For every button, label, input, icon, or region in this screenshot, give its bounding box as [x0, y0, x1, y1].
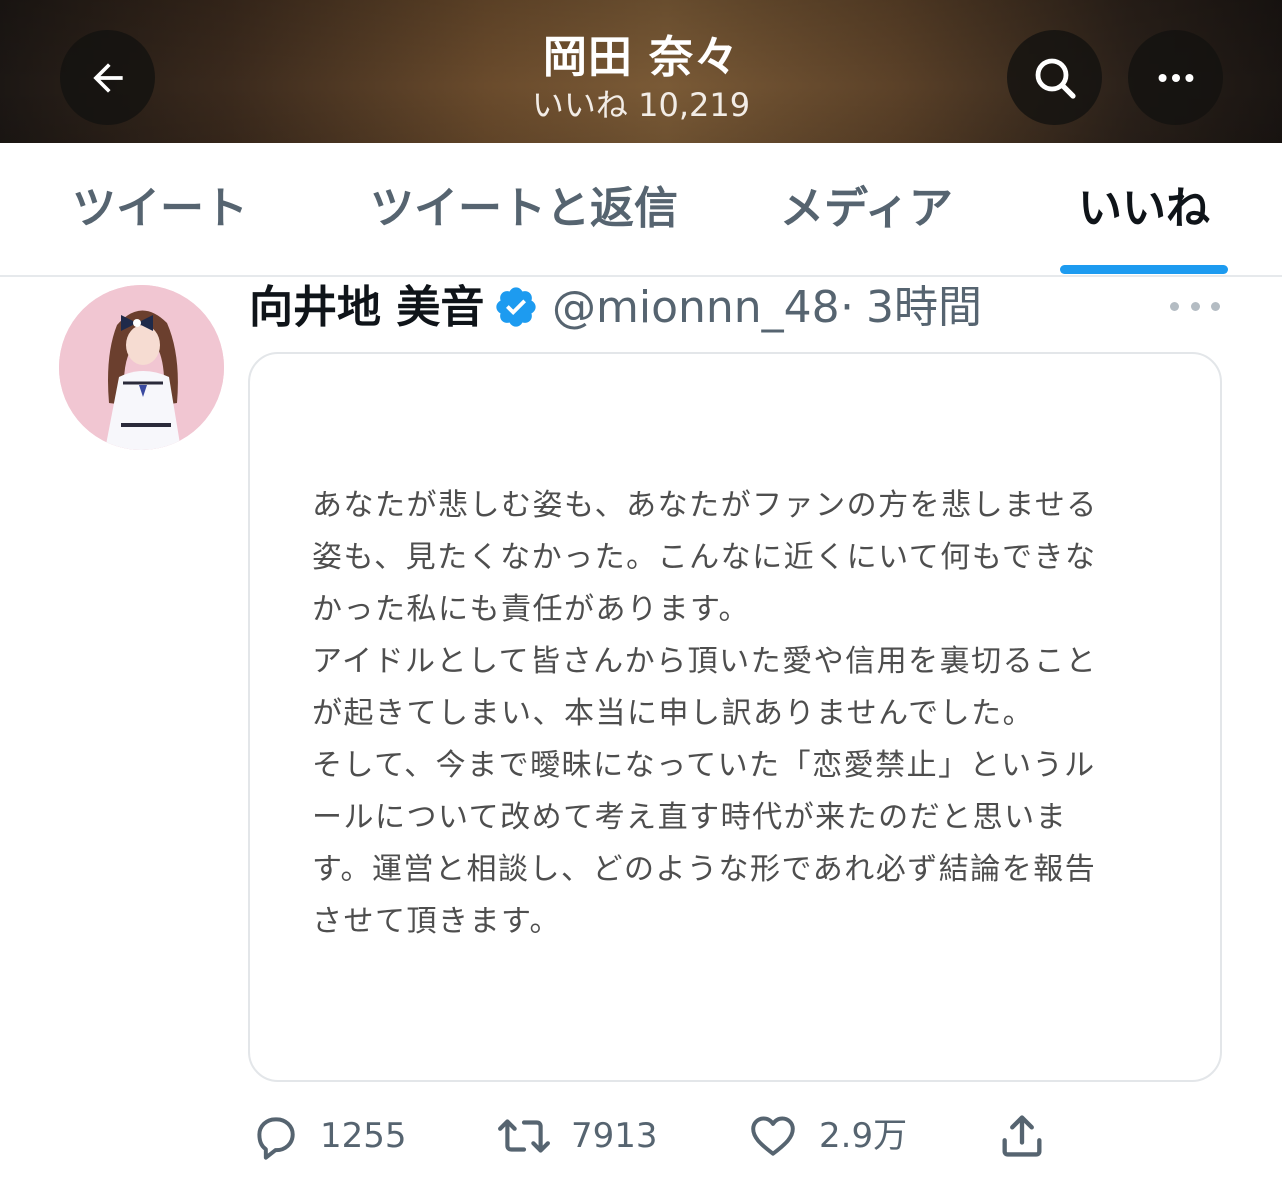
tweet-image[interactable]: あなたが悲しむ姿も、あなたがファンの方を悲しませる 姿も、見たくなかった。こんな… [248, 352, 1222, 1082]
statement-line: ールについて改めて考え直す時代が来たのだと思いま [312, 800, 1068, 835]
search-icon [1035, 58, 1076, 99]
statement-line: そして、今まで曖昧になっていた「恋愛禁止」というル [312, 748, 1096, 783]
tab-media[interactable]: メディア [780, 181, 953, 237]
back-button[interactable] [60, 30, 155, 125]
tweet-timestamp[interactable]: 3時間 [866, 280, 982, 336]
statement-line: す。運営と相談し、どのような形であれ必ず結論を報告 [312, 852, 1097, 887]
statement-line: が起きてしまい、本当に申し訳ありませんでした。 [312, 696, 1035, 731]
avatar-photo [59, 285, 224, 450]
tab-tweets-and-replies[interactable]: ツイートと返信 [370, 181, 678, 237]
retweet-button[interactable]: 7913 [497, 1110, 658, 1162]
image-statement-text: あなたが悲しむ姿も、あなたがファンの方を悲しませる 姿も、見たくなかった。こんな… [312, 480, 1162, 948]
statement-line: かった私にも責任があります。 [312, 592, 750, 627]
reply-count: 1255 [320, 1116, 407, 1156]
tab-tweets[interactable]: ツイート [72, 181, 248, 237]
arrow-left-icon [92, 62, 123, 93]
search-button[interactable] [1007, 30, 1102, 125]
likes-count-subtitle: いいね 10,219 [531, 86, 751, 124]
verified-badge-icon [496, 287, 536, 327]
heart-icon [751, 1116, 795, 1156]
profile-likes-page: 岡田 奈々 いいね 10,219 ツイート ツイートと返信 メディア いいね 向… [0, 0, 1282, 1199]
statement-line: あなたが悲しむ姿も、あなたがファンの方を悲しませる [312, 488, 1098, 523]
like-count: 2.9万 [819, 1116, 908, 1156]
retweet-icon [498, 1119, 550, 1153]
like-button[interactable]: 2.9万 [747, 1110, 907, 1162]
more-horizontal-icon [1158, 73, 1193, 82]
statement-line: させて頂きます。 [312, 904, 561, 939]
reply-button[interactable]: 1255 [250, 1110, 407, 1162]
statement-line: 姿も、見たくなかった。こんなに近くにいて何もできな [312, 540, 1097, 575]
reply-icon [257, 1117, 295, 1160]
profile-header: 岡田 奈々 いいね 10,219 [0, 0, 1282, 143]
tweet-more-icon[interactable] [1170, 291, 1220, 321]
meta-separator: · [840, 282, 854, 333]
more-options-button[interactable] [1128, 30, 1223, 125]
profile-tabs: ツイート ツイートと返信 メディア いいね [0, 143, 1282, 277]
tab-likes[interactable]: いいね [1078, 181, 1210, 237]
retweet-count: 7913 [571, 1116, 658, 1156]
active-tab-indicator [1060, 265, 1228, 274]
avatar[interactable] [59, 285, 224, 450]
tweet-author-handle[interactable]: @mionnn_48 [552, 280, 840, 336]
tweet-author-name[interactable]: 向井地 美音 [249, 280, 484, 336]
share-button[interactable] [996, 1110, 1048, 1162]
profile-name-title: 岡田 奈々 [542, 32, 740, 83]
statement-line: アイドルとして皆さんから頂いた愛や信用を裏切ること [312, 644, 1098, 679]
share-icon [1002, 1115, 1042, 1157]
